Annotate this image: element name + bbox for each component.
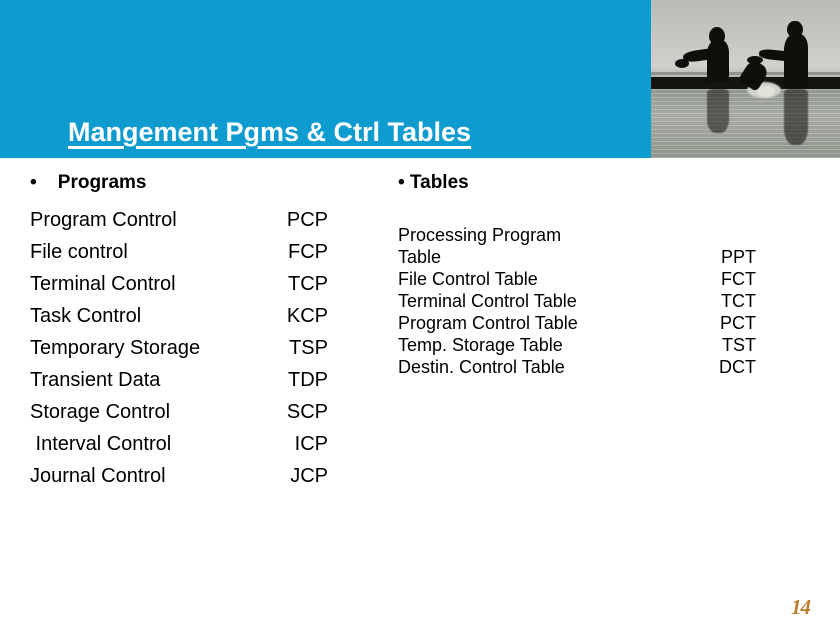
table-abbreviation: FCT	[721, 269, 756, 289]
table-name: Program Control Table	[398, 313, 578, 333]
page-number: 14	[791, 595, 811, 619]
rowers-photo	[651, 0, 840, 158]
program-abbreviation: TDP	[288, 369, 328, 391]
program-row: Journal Control JCP	[30, 460, 330, 492]
table-row: File Control Table FCT	[398, 268, 808, 290]
program-abbreviation: TCP	[288, 273, 328, 295]
program-row: Terminal Control TCP	[30, 268, 330, 300]
tables-column: • Tables Processing Program Table PPT File…	[398, 173, 808, 378]
table-name: Processing Program Table	[398, 225, 562, 267]
program-row: Temporary Storage TSP	[30, 332, 330, 364]
table-abbreviation: TCT	[721, 291, 756, 311]
tables-heading: • Tables	[398, 172, 469, 193]
table-row: Temp. Storage Table TST	[398, 334, 808, 356]
table-abbreviation: PPT	[720, 247, 756, 267]
program-abbreviation: SCP	[286, 401, 328, 423]
table-name: Destin. Control Table	[398, 357, 565, 377]
table-row: Program Control Table PCT	[398, 312, 808, 334]
rower-right-oar	[747, 56, 763, 64]
rower-left-reflection	[707, 89, 729, 133]
program-name: Interval Control	[30, 433, 172, 455]
program-name: Terminal Control	[30, 273, 176, 295]
table-abbreviation: TST	[722, 335, 756, 355]
program-row: Transient Data TDP	[30, 364, 330, 396]
program-row: Storage Control SCP	[30, 396, 330, 428]
program-abbreviation: ICP	[294, 433, 328, 455]
program-abbreviation: PCP	[286, 209, 328, 231]
program-name: File control	[30, 241, 128, 263]
table-name: Terminal Control Table	[398, 291, 577, 311]
program-name: Task Control	[30, 305, 142, 327]
table-row: Processing Program Table PPT	[398, 224, 808, 268]
table-name: File Control Table	[398, 269, 538, 289]
rower-right-head	[787, 21, 803, 37]
slide-header-band: Mangement Pgms & Ctrl Tables	[0, 0, 840, 158]
water-splash-core	[757, 86, 775, 97]
table-row: Destin. Control Table DCT	[398, 356, 808, 378]
program-row: Interval Control ICP	[30, 428, 330, 460]
table-abbreviation: PCT	[720, 313, 756, 333]
program-name: Temporary Storage	[30, 337, 201, 359]
program-row: Program Control PCP	[30, 204, 330, 236]
water-ripples	[651, 89, 840, 158]
program-name: Program Control	[30, 209, 177, 231]
programs-heading: • Programs	[30, 172, 147, 193]
slide-title: Mangement Pgms & Ctrl Tables	[68, 117, 472, 147]
programs-list: Program Control PCP File control FCP Termina…	[30, 204, 330, 492]
program-name: Journal Control	[30, 465, 166, 487]
program-abbreviation: TSP	[289, 337, 328, 359]
slide-body: • Programs Program Control PCP File contro…	[0, 158, 840, 630]
rower-left-head	[709, 27, 725, 44]
program-name: Transient Data	[30, 369, 161, 391]
programs-column: • Programs Program Control PCP File contro…	[30, 173, 330, 492]
program-row: File control FCP	[30, 236, 330, 268]
program-name: Storage Control	[30, 401, 171, 423]
rower-left-oar	[675, 59, 689, 68]
rower-left-body	[707, 40, 729, 82]
program-row: Task Control KCP	[30, 300, 330, 332]
program-abbreviation: JCP	[290, 465, 328, 487]
tables-list: Processing Program Table PPT File Control …	[398, 224, 808, 378]
rower-right-body	[784, 34, 808, 88]
table-name: Temp. Storage Table	[398, 335, 563, 355]
slide: Mangement Pgms & Ctrl Tables • Programs …	[0, 0, 840, 630]
program-abbreviation: FCP	[288, 241, 328, 263]
rower-right-reflection	[784, 89, 808, 145]
table-row: Terminal Control Table TCT	[398, 290, 808, 312]
table-abbreviation: DCT	[719, 357, 756, 377]
program-abbreviation: KCP	[286, 305, 328, 327]
